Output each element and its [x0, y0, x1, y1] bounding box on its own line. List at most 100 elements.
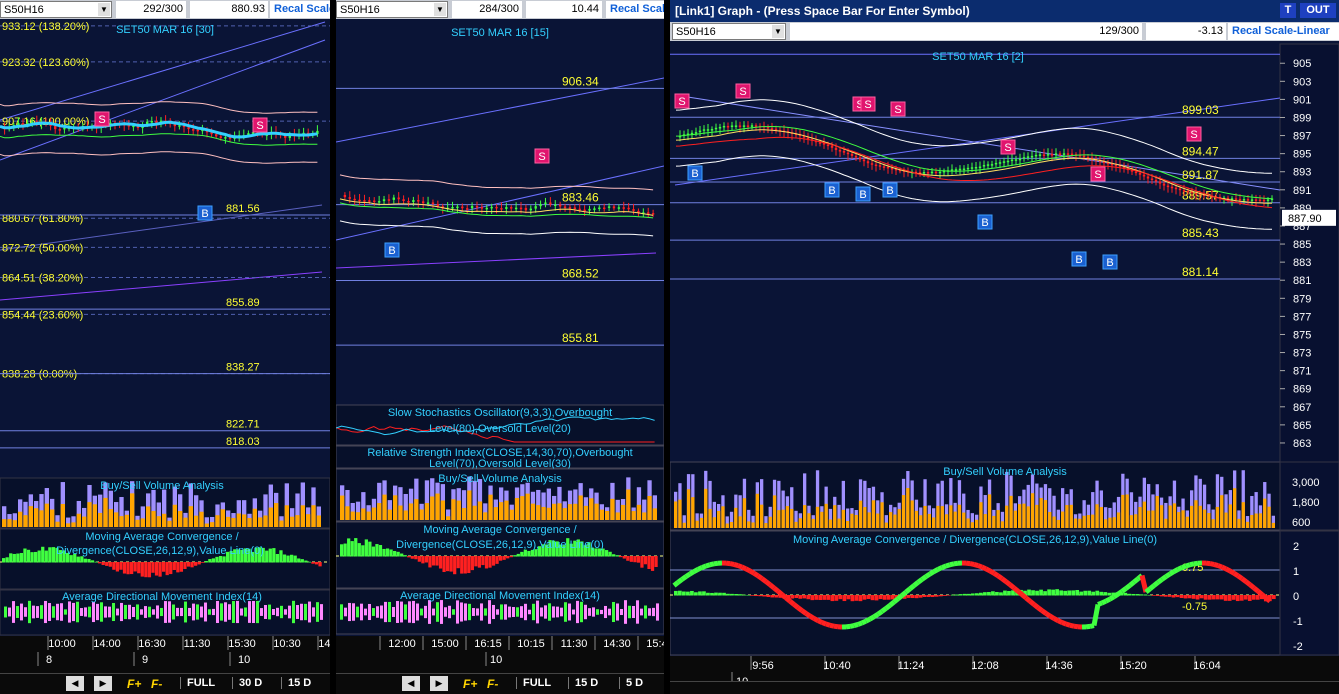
- time-label: 10:00: [48, 638, 76, 650]
- volume-bar-sell: [583, 505, 589, 520]
- indicator-title: Divergence(CLOSE,26,12,9),Value Line(0): [56, 545, 264, 557]
- recal-scale-button[interactable]: Recal Scale-Linear: [1228, 23, 1339, 40]
- macd-bar: [90, 560, 95, 563]
- macd-signal-line: [949, 561, 955, 568]
- macd-bar: [477, 556, 482, 568]
- candle: [830, 145, 834, 148]
- macd-signal-line: [1089, 623, 1095, 629]
- volume-bar-sell: [927, 513, 931, 528]
- macd-bar: [101, 562, 105, 566]
- adx-bar: [60, 603, 63, 621]
- scroll-left-icon[interactable]: ◀: [402, 676, 420, 691]
- macd-bar: [1271, 595, 1276, 600]
- macd-signal-line: [1189, 561, 1195, 568]
- volume-bar-sell: [1168, 505, 1172, 528]
- recal-scale-button[interactable]: Recal Scale: [606, 1, 664, 18]
- volume-bar-sell: [1052, 516, 1056, 528]
- chevron-down-icon[interactable]: ▼: [434, 3, 446, 16]
- macd-bar: [1247, 595, 1252, 601]
- adx-bar: [356, 606, 359, 618]
- macd-bar: [636, 556, 641, 563]
- macd-signal-line: [1069, 622, 1075, 629]
- volume-bar-sell: [837, 518, 841, 528]
- macd-signal-line: [904, 586, 912, 595]
- candle: [358, 199, 361, 202]
- window-title-bar[interactable]: [Link1] Graph - (Press Space Bar For Ent…: [670, 0, 1339, 22]
- chevron-down-icon[interactable]: ▼: [772, 25, 784, 38]
- level-label: 885.43: [1182, 226, 1219, 240]
- volume-bar-sell: [599, 509, 604, 520]
- adx-bar: [208, 609, 211, 615]
- macd-bar: [806, 595, 811, 600]
- volume-bar-sell: [146, 506, 151, 527]
- btn-out[interactable]: OUT: [1300, 3, 1336, 18]
- trend-line: [336, 252, 657, 269]
- macd-signal-line: [1097, 600, 1103, 607]
- price-chart-2[interactable]: 906.34 883.46 868.52 855.81 SET50 MAR 16 [15…: [336, 0, 664, 694]
- volume-bar-sell: [12, 520, 17, 527]
- candle: [1150, 178, 1154, 181]
- volume-bar-sell: [71, 522, 76, 527]
- zoom-out-button[interactable]: F-: [487, 677, 498, 691]
- macd-bar: [822, 595, 827, 600]
- period-5d-button[interactable]: 5 D: [619, 677, 643, 689]
- macd-bar: [1127, 593, 1132, 596]
- scroll-left-icon[interactable]: ◀: [66, 676, 84, 691]
- volume-bar-sell: [889, 512, 893, 528]
- macd-bar: [215, 556, 219, 563]
- macd-bar: [488, 556, 492, 568]
- macd-bar: [1167, 595, 1172, 597]
- macd-bar: [966, 593, 971, 596]
- macd-bar: [674, 590, 678, 596]
- period-30d-button[interactable]: 30 D: [232, 677, 262, 689]
- recal-scale-button[interactable]: Recal Scale: [270, 1, 330, 18]
- axis-label: 863: [1293, 438, 1311, 450]
- volume-bar-sell: [979, 502, 983, 528]
- macd-signal-line: [792, 602, 800, 610]
- price-chart-3[interactable]: 9059039018998978958938918898878858838818…: [670, 0, 1339, 694]
- zoom-out-button[interactable]: F-: [151, 677, 162, 691]
- volume-bar-sell: [777, 510, 781, 528]
- volume-bar-sell: [807, 513, 811, 528]
- candle: [990, 164, 994, 166]
- chart-pane-3[interactable]: 905 903 901 899 897 895 893 891 889 887 885 883 881 8…: [670, 0, 1339, 694]
- chevron-down-icon[interactable]: ▼: [98, 3, 110, 16]
- macd-bar: [810, 595, 815, 601]
- volume-bar-sell: [747, 521, 751, 528]
- btn-t[interactable]: T: [1280, 3, 1296, 18]
- candle: [1134, 171, 1138, 174]
- volume-bar-sell: [901, 495, 906, 528]
- macd-bar: [389, 549, 393, 557]
- period-15d-button[interactable]: 15 D: [568, 677, 598, 689]
- period-15d-button[interactable]: 15 D: [281, 677, 311, 689]
- zoom-in-button[interactable]: F+: [127, 677, 141, 691]
- candle: [954, 169, 958, 171]
- volume-bar-sell: [751, 522, 755, 528]
- macd-bar: [942, 595, 947, 596]
- volume-bar-sell: [456, 500, 461, 520]
- candle: [774, 128, 778, 131]
- chart-pane-1[interactable]: 933.12 (138.20%)923.32 (123.60%)907.16 (…: [0, 0, 330, 694]
- scroll-right-icon[interactable]: ▶: [94, 676, 112, 691]
- symbol-select[interactable]: S50H16 ▼: [0, 1, 112, 18]
- macd-bar: [470, 556, 474, 571]
- candle: [1062, 153, 1066, 155]
- candle: [451, 207, 454, 209]
- symbol-select[interactable]: S50H16 ▼: [672, 23, 786, 40]
- candle: [387, 199, 391, 201]
- full-button[interactable]: FULL: [180, 677, 215, 689]
- macd-bar: [87, 558, 91, 563]
- zoom-in-button[interactable]: F+: [463, 677, 477, 691]
- volume-bar-sell: [355, 512, 361, 520]
- price-chart-1[interactable]: 933.12 (138.20%)923.32 (123.60%)907.16 (…: [0, 0, 330, 694]
- chart-pane-2[interactable]: 906.34 883.46 868.52 855.81 SET50 MAR 16 [15…: [336, 0, 664, 694]
- adx-bar: [412, 600, 415, 624]
- candle: [500, 208, 503, 210]
- symbol-select[interactable]: S50H16 ▼: [336, 1, 448, 18]
- adx-bar: [528, 609, 531, 615]
- macd-bar: [762, 595, 767, 597]
- macd-signal-line: [1220, 564, 1228, 572]
- volume-bar-sell: [204, 523, 209, 527]
- full-button[interactable]: FULL: [516, 677, 551, 689]
- scroll-right-icon[interactable]: ▶: [430, 676, 448, 691]
